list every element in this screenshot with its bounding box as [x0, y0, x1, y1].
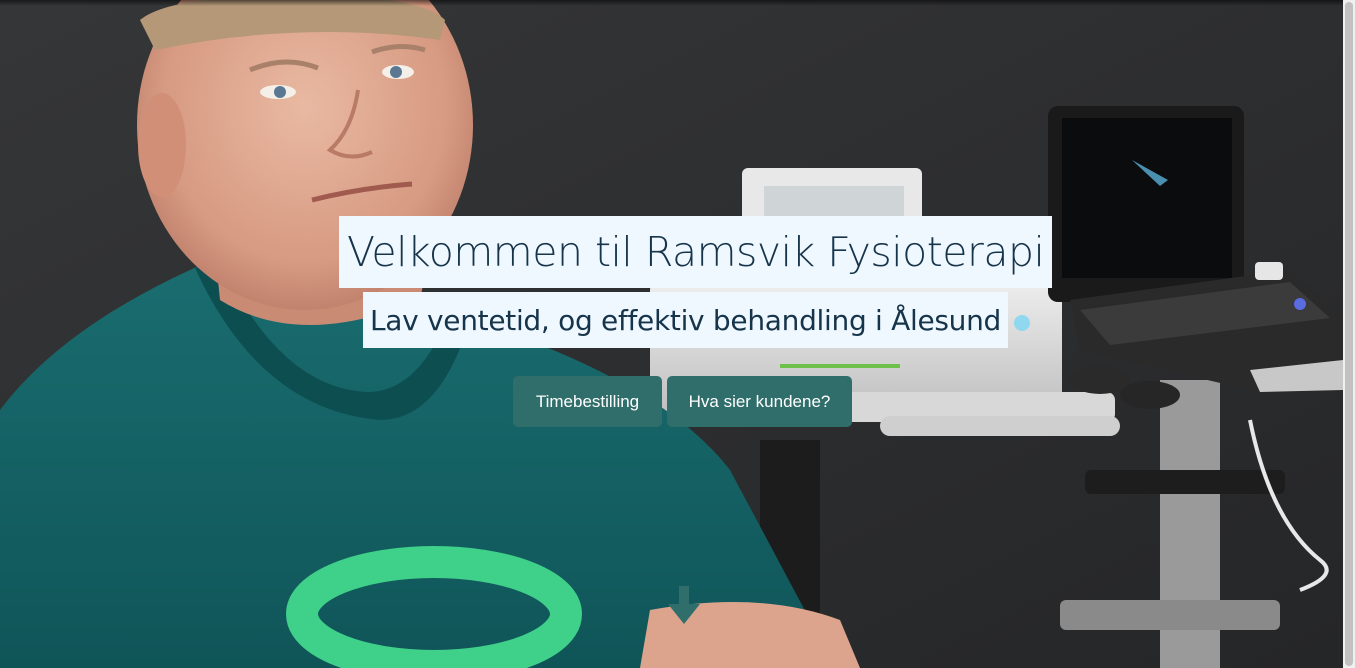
hero-section: Velkommen til Ramsvik Fysioterapi Lav ve… [0, 0, 1343, 668]
booking-button[interactable]: Timebestilling [513, 376, 662, 427]
arrow-down-icon[interactable] [668, 586, 700, 626]
hero-subtitle: Lav ventetid, og effektiv behandling i Å… [370, 303, 1002, 337]
reviews-button[interactable]: Hva sier kundene? [667, 376, 852, 427]
scrollbar[interactable] [1343, 0, 1355, 668]
scrollbar-thumb[interactable] [1345, 2, 1353, 666]
hero-subtitle-box: Lav ventetid, og effektiv behandling i Å… [363, 292, 1009, 348]
hero-title-box: Velkommen til Ramsvik Fysioterapi [339, 216, 1053, 288]
top-shade [0, 0, 1343, 6]
hero-title: Velkommen til Ramsvik Fysioterapi [347, 228, 1045, 276]
